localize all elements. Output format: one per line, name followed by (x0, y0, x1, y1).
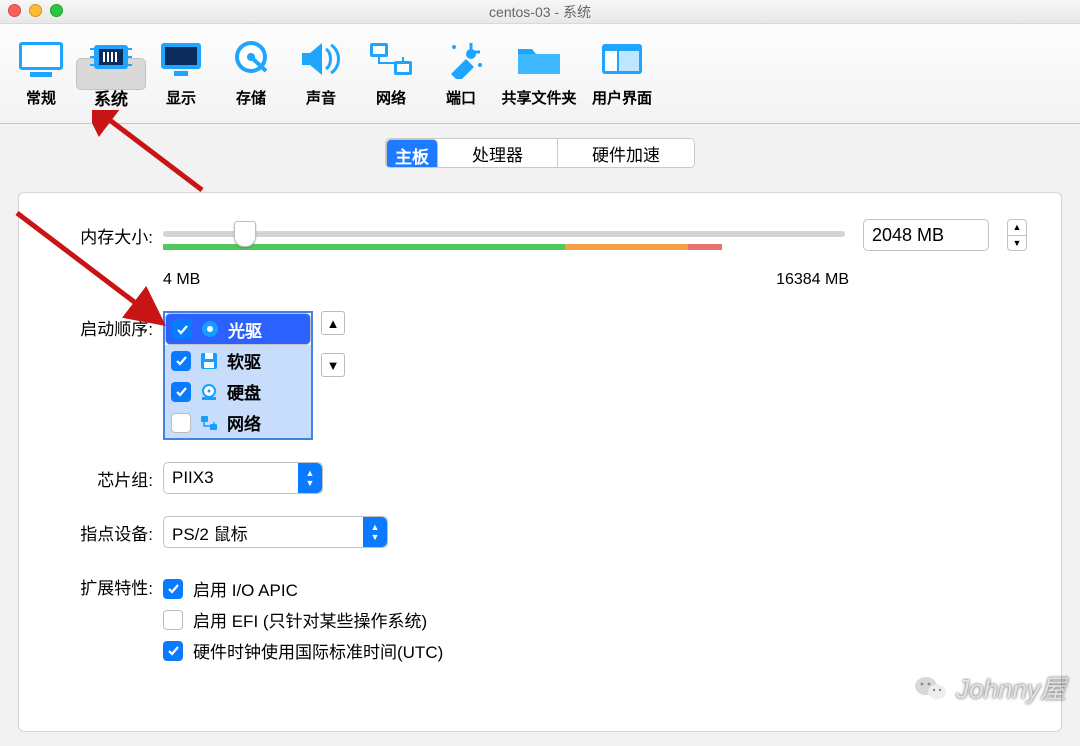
checkbox[interactable] (171, 413, 191, 433)
memory-stepper[interactable]: ▲ ▼ (1007, 219, 1027, 251)
floppy-icon (199, 351, 219, 371)
checkbox[interactable] (163, 579, 183, 599)
boot-item-label: 软驱 (227, 348, 261, 373)
net-icon (199, 413, 219, 433)
disk-icon (226, 39, 276, 79)
ext-option-label: 启用 I/O APIC (193, 576, 298, 601)
toolbar-storage[interactable]: 存储 (216, 27, 286, 121)
boot-item[interactable]: 光驱 (165, 313, 311, 345)
ext-option[interactable]: 启用 EFI (只针对某些操作系统) (163, 607, 1027, 632)
subtab-motherboard[interactable]: 主板 (386, 139, 438, 168)
checkbox[interactable] (163, 610, 183, 630)
boot-item[interactable]: 硬盘 (165, 376, 311, 407)
toolbar-system[interactable]: 系统 (76, 58, 146, 90)
ext-label: 扩展特性: (53, 570, 163, 599)
memory-input[interactable] (863, 219, 989, 251)
network-icon (366, 39, 416, 79)
toolbar-general[interactable]: 常规 (6, 27, 76, 121)
hdd-icon (199, 382, 219, 402)
close-icon[interactable] (8, 4, 21, 17)
annotation-arrow (12, 208, 182, 338)
ext-option[interactable]: 硬件时钟使用国际标准时间(UTC) (163, 638, 1027, 663)
memory-max: 16384 MB (776, 271, 849, 289)
subtab-processor[interactable]: 处理器 (438, 139, 558, 167)
boot-item-label: 网络 (227, 410, 261, 435)
ext-option-label: 硬件时钟使用国际标准时间(UTC) (193, 638, 443, 663)
toolbar-serial[interactable]: 端口 (426, 27, 496, 121)
zoom-icon[interactable] (50, 4, 63, 17)
ext-option[interactable]: 启用 I/O APIC (163, 576, 1027, 601)
settings-toolbar: 常规 系统 显示 存储 声音 网络 端口 (0, 24, 1080, 124)
memory-slider[interactable] (163, 219, 845, 251)
folder-icon (514, 39, 564, 79)
window-controls (8, 4, 63, 17)
boot-item[interactable]: 软驱 (165, 345, 311, 376)
boot-item-label: 光驱 (228, 317, 262, 342)
plug-icon (436, 39, 486, 79)
chipset-label: 芯片组: (53, 462, 163, 491)
minimize-icon[interactable] (29, 4, 42, 17)
boot-list[interactable]: 光驱软驱硬盘网络 (163, 311, 313, 440)
boot-item-label: 硬盘 (227, 379, 261, 404)
pointing-label: 指点设备: (53, 516, 163, 545)
chevron-up-down-icon: ▲▼ (298, 463, 322, 493)
move-down-button[interactable]: ▼ (321, 353, 345, 377)
chevron-up-down-icon: ▲▼ (363, 517, 387, 547)
watermark: Johnny屋 (914, 669, 1066, 706)
toolbar-network[interactable]: 网络 (356, 27, 426, 121)
toolbar-audio[interactable]: 声音 (286, 27, 356, 121)
pointing-select[interactable]: PS/2 鼠标 ▲▼ (163, 516, 388, 548)
subtab-bar: 主板 处理器 硬件加速 (385, 138, 695, 168)
titlebar: centos-03 - 系统 (0, 0, 1080, 24)
monitor-icon (16, 39, 66, 79)
display-icon (156, 39, 206, 79)
checkbox[interactable] (171, 351, 191, 371)
chipset-select[interactable]: PIIX3 ▲▼ (163, 462, 323, 494)
chip-icon (86, 37, 136, 77)
stepper-up-icon[interactable]: ▲ (1008, 220, 1026, 236)
window-title: centos-03 - 系统 (489, 2, 591, 22)
toolbar-shared[interactable]: 共享文件夹 (496, 27, 582, 121)
checkbox[interactable] (171, 382, 191, 402)
stepper-down-icon[interactable]: ▼ (1008, 236, 1026, 251)
checkbox[interactable] (163, 641, 183, 661)
subtab-accel[interactable]: 硬件加速 (558, 139, 694, 167)
disc-icon (200, 319, 220, 339)
boot-item[interactable]: 网络 (165, 407, 311, 438)
speaker-icon (296, 39, 346, 79)
window-icon (597, 39, 647, 79)
toolbar-display[interactable]: 显示 (146, 27, 216, 121)
toolbar-ui[interactable]: 用户界面 (582, 27, 662, 121)
wechat-icon (914, 673, 948, 703)
ext-option-label: 启用 EFI (只针对某些操作系统) (193, 607, 427, 632)
annotation-arrow (92, 110, 212, 200)
move-up-button[interactable]: ▲ (321, 311, 345, 335)
